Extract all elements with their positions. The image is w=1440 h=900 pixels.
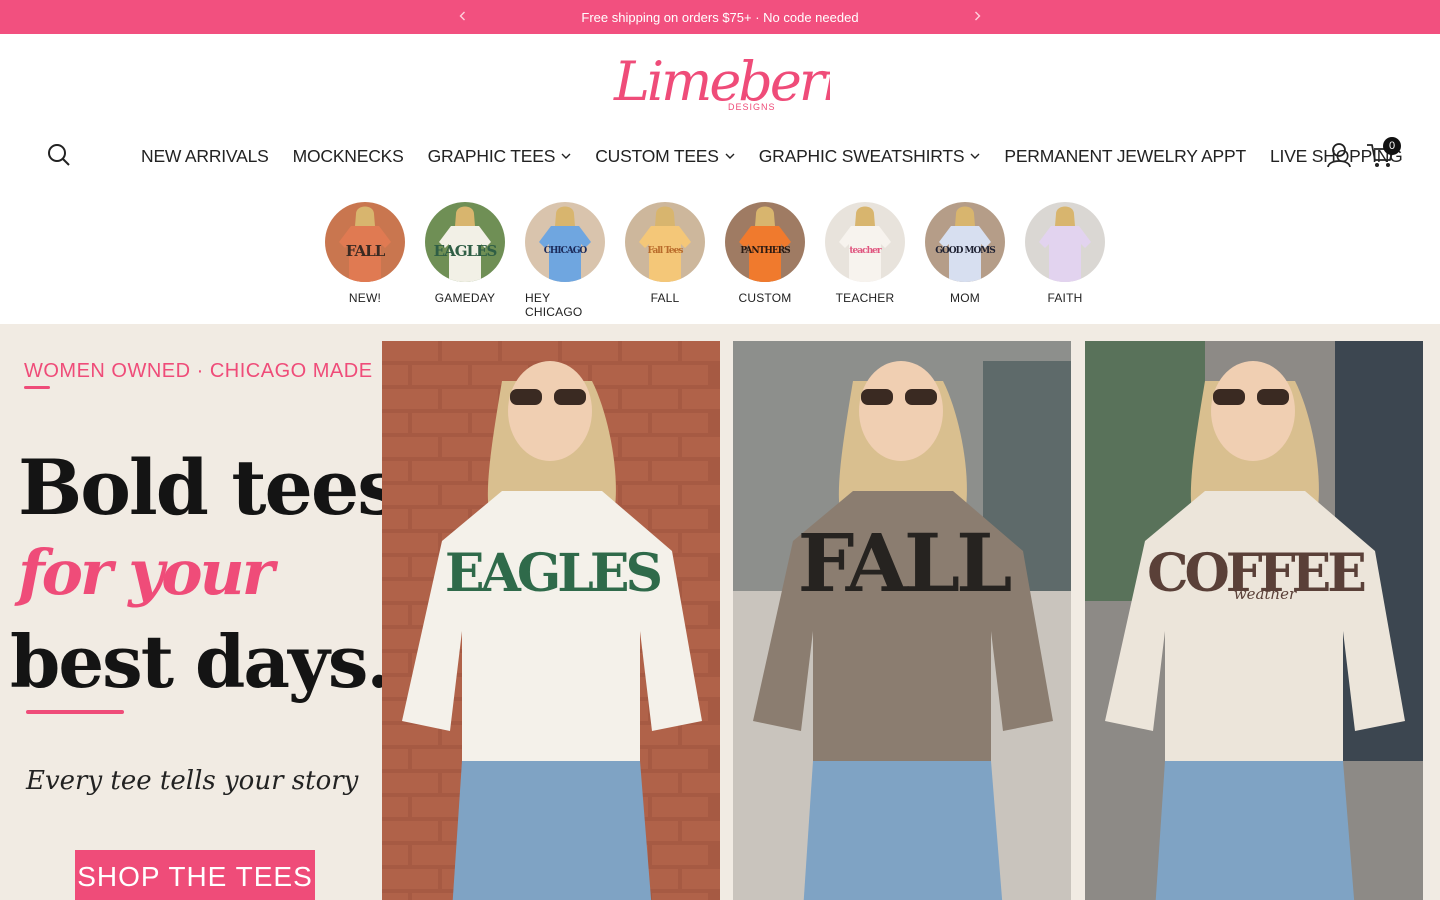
category-label: GAMEDAY: [434, 291, 496, 305]
nav-item-label: MOCKNECKS: [292, 145, 404, 166]
category-label: FALL: [650, 291, 680, 305]
category-hey-chicago[interactable]: CHICAGO HEY CHICAGO: [525, 202, 605, 319]
category-label: NEW!: [348, 291, 382, 305]
nav-item-label: GRAPHIC SWEATSHIRTS: [758, 145, 965, 166]
category-thumbnail: FALL: [325, 202, 405, 282]
category-thumbnail: GOOD MOMS: [925, 202, 1005, 282]
chevron-left-icon[interactable]: [455, 8, 471, 24]
chevron-down-icon: [561, 153, 571, 159]
chevron-right-icon[interactable]: [969, 8, 985, 24]
nav-item-label: NEW ARRIVALS: [141, 145, 269, 166]
cart-count-badge: 0: [1383, 137, 1401, 155]
announcement-text[interactable]: Free shipping on orders $75+ · No code n…: [581, 10, 858, 25]
category-gameday[interactable]: EAGLES GAMEDAY: [425, 202, 505, 319]
shop-the-tees-button[interactable]: SHOP THE TEES: [75, 850, 315, 900]
category-shirt-print: FALL: [345, 242, 386, 260]
hero-banner: WOMEN OWNED · CHICAGO MADE Bold tees for…: [0, 324, 1440, 900]
category-thumbnail: teacher: [825, 202, 905, 282]
category-thumbnail: [1025, 202, 1105, 282]
category-faith[interactable]: FAITH: [1025, 202, 1105, 319]
category-label: MOM: [950, 291, 980, 305]
category-mom[interactable]: GOOD MOMS MOM: [925, 202, 1005, 319]
announcement-bar: Free shipping on orders $75+ · No code n…: [0, 0, 1440, 34]
category-custom[interactable]: PANTHERS CUSTOM: [725, 202, 805, 319]
category-shirt-print: CHICAGO: [543, 246, 588, 256]
hero-headline-line2: for your: [18, 536, 274, 609]
main-nav: NEW ARRIVALS MOCKNECKS GRAPHIC TEES CUSTOM …: [141, 140, 1403, 172]
chevron-down-icon: [725, 153, 735, 159]
category-shirt-print: Fall Tees: [647, 246, 684, 256]
chevron-down-icon: [970, 153, 980, 159]
nav-item-label: PERMANENT JEWELRY APPT: [1004, 145, 1246, 166]
nav-item-new-arrivals[interactable]: NEW ARRIVALS: [141, 146, 269, 167]
svg-text:DESIGNS: DESIGNS: [728, 102, 776, 112]
nav-item-graphic-sweatshirts[interactable]: GRAPHIC SWEATSHIRTS: [759, 146, 981, 167]
headline-underline: [26, 710, 124, 714]
brand-logo[interactable]: Limeberry DESIGNS: [610, 48, 879, 120]
shirt-print: FALL: [798, 516, 1011, 610]
hero-subline: Every tee tells your story: [26, 766, 359, 796]
category-shirt-print: EAGLES: [433, 242, 498, 260]
category-shirt-print: PANTHERS: [740, 246, 790, 256]
category-shortcuts: FALL NEW! EAGLES GAMEDAY CHICAGO HEY CHICAGO F…: [325, 202, 1105, 319]
category-shirt-print: teacher: [849, 246, 881, 256]
category-thumbnail: EAGLES: [425, 202, 505, 282]
svg-text:Limeberry: Limeberry: [613, 50, 830, 113]
account-icon[interactable]: [1325, 141, 1353, 169]
nav-item-label: GRAPHIC TEES: [427, 145, 556, 166]
category-teacher[interactable]: teacher TEACHER: [825, 202, 905, 319]
hero-headline-line3: best days.: [10, 619, 391, 704]
hero-tagline: WOMEN OWNED · CHICAGO MADE: [24, 360, 373, 382]
hero-photo-eagles[interactable]: EAGLES: [382, 341, 720, 900]
category-new[interactable]: FALL NEW!: [325, 202, 405, 319]
nav-item-permanent-jewelry-appt[interactable]: PERMANENT JEWELRY APPT: [1004, 146, 1246, 167]
category-label: FAITH: [1047, 291, 1083, 305]
shirt-script: weather: [1234, 585, 1297, 603]
category-label: CUSTOM: [738, 291, 792, 305]
hero-photo-coffee[interactable]: COFFEE weather: [1085, 341, 1423, 900]
category-thumbnail: CHICAGO: [525, 202, 605, 282]
category-shirt-print: GOOD MOMS: [935, 246, 996, 256]
category-thumbnail: Fall Tees: [625, 202, 705, 282]
search-icon[interactable]: [46, 142, 72, 168]
hero-photo-fall[interactable]: FALL: [733, 341, 1071, 900]
shirt-print: EAGLES: [445, 543, 661, 604]
nav-item-graphic-tees[interactable]: GRAPHIC TEES: [428, 146, 572, 167]
tagline-underline: [24, 386, 50, 389]
nav-item-mocknecks[interactable]: MOCKNECKS: [293, 146, 404, 167]
hero-headline-line1: Bold tees: [18, 443, 400, 532]
category-fall[interactable]: Fall Tees FALL: [625, 202, 705, 319]
nav-item-custom-tees[interactable]: CUSTOM TEES: [595, 146, 735, 167]
nav-item-label: CUSTOM TEES: [595, 145, 719, 166]
category-label: TEACHER: [835, 291, 895, 305]
category-label: HEY CHICAGO: [525, 291, 583, 319]
category-thumbnail: PANTHERS: [725, 202, 805, 282]
